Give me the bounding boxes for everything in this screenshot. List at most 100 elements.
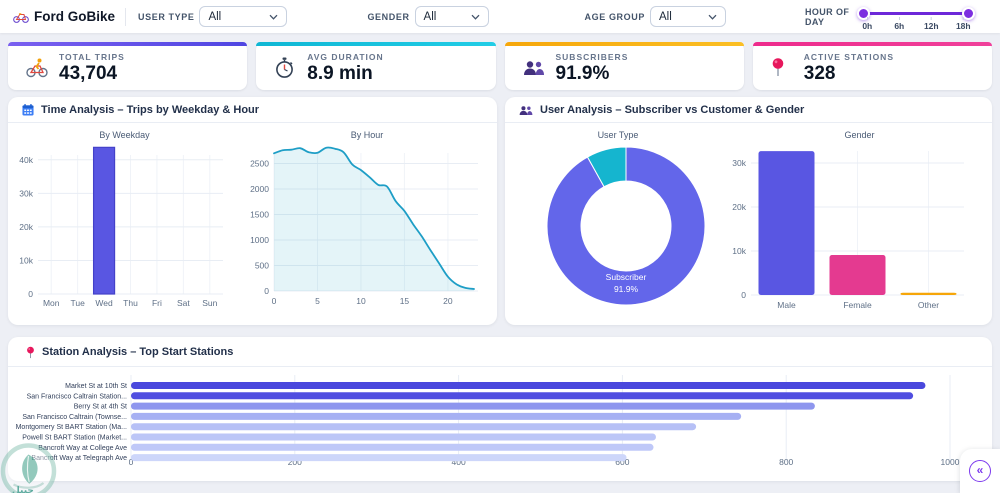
chart-title: By Hour (237, 130, 497, 143)
svg-text:Mon: Mon (43, 298, 60, 308)
svg-text:10: 10 (356, 296, 366, 306)
filter-gender: GENDER All (367, 6, 488, 27)
kpi-active-stations: ACTIVE STATIONS 328 (753, 42, 992, 90)
gender-select[interactable]: All (415, 6, 489, 27)
slider-tick: 18h (956, 21, 971, 31)
hour-of-day-filter: HOUR OF DAY 0h 6h 12h 18h (805, 0, 969, 33)
filter-user-type: USER TYPE All (138, 6, 287, 27)
gender-bar-chart: 010k20k30kMaleFemaleOther (727, 143, 975, 323)
filter-age-group: AGE GROUP All (585, 6, 726, 27)
kpi-value: 8.9 min (307, 63, 383, 85)
svg-text:Bancroft Way at Telegraph Ave: Bancroft Way at Telegraph Ave (31, 455, 127, 462)
svg-text:500: 500 (255, 261, 269, 271)
weekday-bar-chart: 010k20k30k40kMonTueWedThuFriSatSun (12, 143, 237, 323)
svg-text:Fri: Fri (152, 298, 162, 308)
weekday-chart: By Weekday 010k20k30k40kMonTueWedThuFriS… (12, 123, 237, 328)
svg-text:San Francisco Caltrain Station: San Francisco Caltrain Station... (27, 393, 127, 400)
svg-text:Berry St at 4th St: Berry St at 4th St (74, 404, 127, 411)
svg-text:10k: 10k (19, 255, 33, 265)
top-stations-bar-chart: 02004006008001000Market St at 10th StSan… (12, 369, 975, 481)
station-analysis-panel: Station Analysis – Top Start Stations 02… (8, 337, 992, 481)
kpi-avg-duration: AVG DURATION 8.9 min (256, 42, 495, 90)
user-type-select[interactable]: All (199, 6, 287, 27)
svg-text:Sat: Sat (177, 298, 190, 308)
hour-line-chart: 0 500 1000 1500 2000 2500 0 5 10 15 20 (237, 143, 489, 323)
kpi-subscribers: SUBSCRIBERS 91.9% (505, 42, 744, 90)
user-type-donut-chart: Subscriber 91.9% (509, 143, 727, 323)
hour-slider[interactable]: 0h 6h 12h 18h (863, 0, 969, 33)
svg-text:Market St at 10th St: Market St at 10th St (65, 383, 127, 390)
kpi-value: 43,704 (59, 63, 125, 85)
svg-text:1000: 1000 (941, 457, 960, 467)
svg-text:800: 800 (779, 457, 793, 467)
svg-text:Thu: Thu (123, 298, 138, 308)
svg-text:San Francisco Caltrain (Townse: San Francisco Caltrain (Townse... (22, 414, 127, 421)
filter-label: AGE GROUP (585, 12, 645, 22)
collapse-icon: « (969, 460, 991, 482)
header: Ford GoBike USER TYPE All GENDER All AGE… (0, 0, 1000, 33)
svg-text:Montgomery St BART Station (Ma: Montgomery St BART Station (Ma... (16, 424, 127, 431)
time-analysis-panel: Time Analysis – Trips by Weekday & Hour … (8, 97, 497, 325)
user-type-chart: User Type Subscriber91.9% (509, 123, 727, 328)
svg-text:1000: 1000 (250, 235, 269, 245)
svg-text:91.9%: 91.9% (614, 284, 639, 294)
svg-text:0: 0 (264, 286, 269, 296)
svg-text:Subscriber: Subscriber (606, 272, 647, 282)
panel-title: Station Analysis – Top Start Stations (42, 346, 233, 358)
svg-text:Female: Female (843, 300, 872, 310)
age-group-value: All (659, 11, 672, 23)
panel-header: User Analysis – Subscriber vs Customer &… (505, 97, 992, 123)
gender-value: All (424, 11, 437, 23)
user-type-value: All (208, 11, 221, 23)
hour-of-day-label: HOUR OF DAY (805, 7, 849, 27)
svg-text:30k: 30k (732, 158, 746, 168)
hour-chart: By Hour 0 500 1000 1500 2000 2500 0 5 10 15 20 (237, 123, 497, 328)
slider-tick: 0h (862, 21, 872, 31)
svg-text:40k: 40k (19, 155, 33, 165)
svg-text:0: 0 (272, 296, 277, 306)
kpi-label: TOTAL TRIPS (59, 52, 125, 62)
bike-logo-icon (13, 10, 29, 24)
age-group-select[interactable]: All (650, 6, 726, 27)
svg-text:15: 15 (400, 296, 410, 306)
calendar-icon (22, 104, 34, 116)
panel-header: Station Analysis – Top Start Stations (8, 337, 992, 367)
svg-text:2500: 2500 (250, 159, 269, 169)
people-icon (519, 105, 533, 116)
bike-icon (26, 56, 48, 80)
kpi-label: ACTIVE STATIONS (804, 52, 894, 62)
svg-text:10k: 10k (732, 246, 746, 256)
svg-text:30k: 30k (19, 188, 33, 198)
slider-tick: 12h (924, 21, 939, 31)
kpi-total-trips: TOTAL TRIPS 43,704 (8, 42, 247, 90)
filter-label: USER TYPE (138, 12, 194, 22)
chevron-down-icon (471, 14, 480, 20)
chevron-down-icon (708, 14, 717, 20)
kpi-value: 91.9% (556, 63, 629, 85)
pin-icon (771, 56, 793, 80)
filter-label: GENDER (367, 12, 409, 22)
svg-text:0: 0 (741, 290, 746, 300)
svg-text:5: 5 (315, 296, 320, 306)
kpi-label: AVG DURATION (307, 52, 383, 62)
svg-text:Bancroft Way at College Ave: Bancroft Way at College Ave (38, 445, 127, 452)
slider-tick: 6h (894, 21, 904, 31)
svg-text:20: 20 (443, 296, 453, 306)
charts-row: Time Analysis – Trips by Weekday & Hour … (0, 90, 1000, 325)
kpi-value: 328 (804, 63, 894, 85)
svg-text:Wed: Wed (95, 298, 113, 308)
svg-text:0: 0 (28, 289, 33, 299)
chart-title: Gender (727, 130, 992, 143)
kpi-label: SUBSCRIBERS (556, 52, 629, 62)
gender-chart: Gender 010k20k30kMaleFemaleOther (727, 123, 992, 328)
kpi-row: TOTAL TRIPS 43,704 AVG DURATION 8.9 min (0, 33, 1000, 90)
chevron-down-icon (269, 14, 278, 20)
collapse-button[interactable]: « (960, 449, 1000, 493)
svg-text:Male: Male (777, 300, 796, 310)
svg-text:2000: 2000 (250, 184, 269, 194)
slider-track[interactable] (863, 12, 969, 15)
brand: Ford GoBike (13, 9, 115, 24)
svg-text:1500: 1500 (250, 210, 269, 220)
svg-text:20k: 20k (19, 222, 33, 232)
people-icon (523, 56, 545, 80)
